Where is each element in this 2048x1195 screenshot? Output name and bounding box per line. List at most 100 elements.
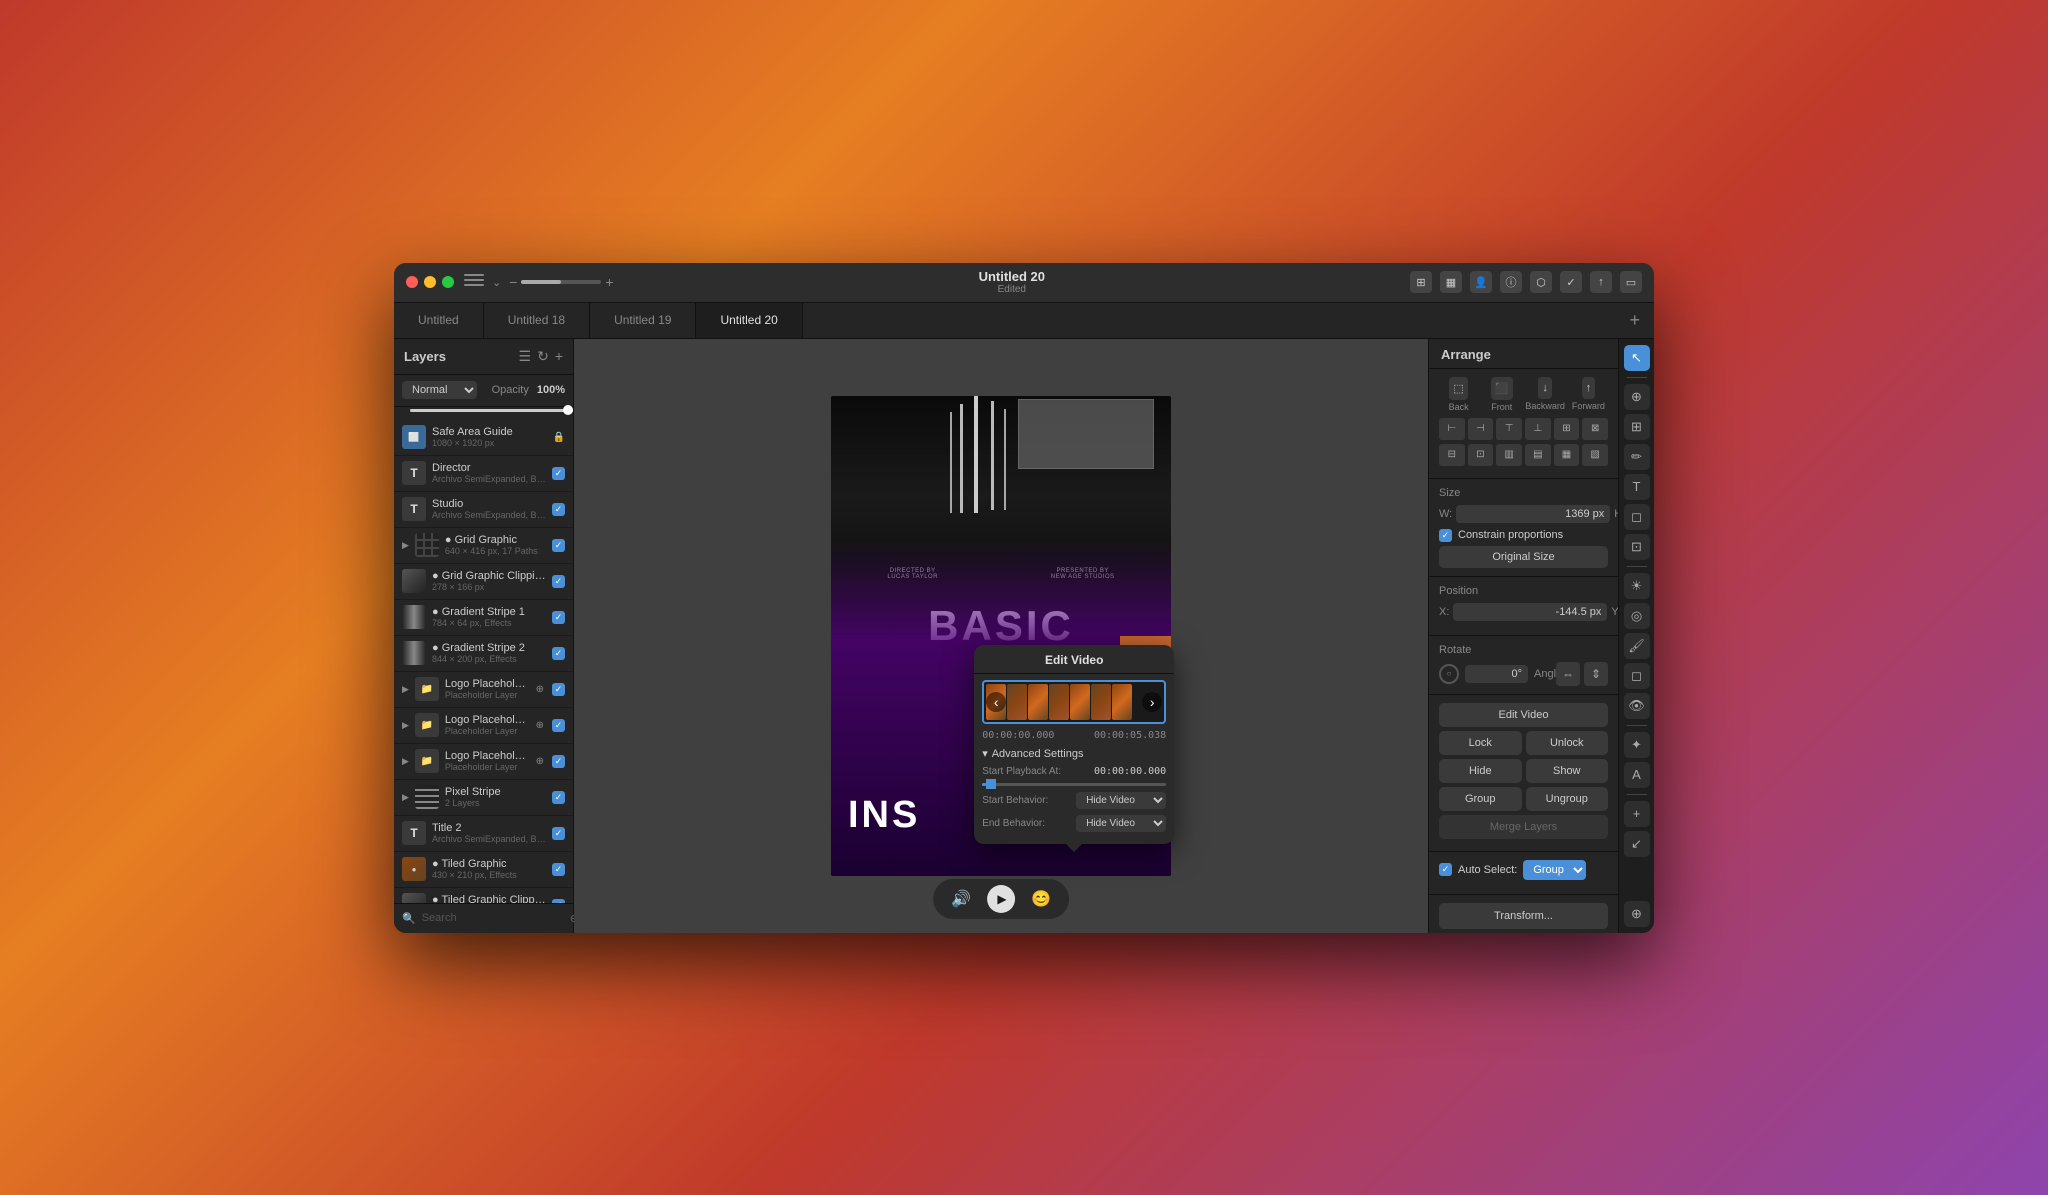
auto-select-checkbox[interactable]: ✓ bbox=[1439, 863, 1452, 876]
width-input[interactable] bbox=[1456, 505, 1610, 523]
fit-v[interactable]: ▧ bbox=[1582, 444, 1608, 466]
align-bottom[interactable]: ⊠ bbox=[1582, 418, 1608, 440]
tab-untitled18[interactable]: Untitled 18 bbox=[484, 303, 590, 338]
zoom-minus[interactable]: − bbox=[509, 274, 517, 290]
distribute-v[interactable]: ⊡ bbox=[1468, 444, 1494, 466]
emoji-icon[interactable]: 😊 bbox=[1031, 889, 1051, 909]
eraser-tool[interactable]: ◻ bbox=[1624, 663, 1650, 689]
text-tool[interactable]: T bbox=[1624, 474, 1650, 500]
color-tool[interactable]: ◎ bbox=[1624, 603, 1650, 629]
panel-tool[interactable]: ▭ bbox=[1620, 271, 1642, 293]
zoom-in-tool[interactable]: + bbox=[1624, 801, 1650, 827]
zoom-plus[interactable]: + bbox=[605, 274, 613, 290]
add-icon[interactable]: ⊕ bbox=[536, 684, 544, 695]
text2-tool[interactable]: A bbox=[1624, 762, 1650, 788]
x-input[interactable] bbox=[1453, 603, 1607, 621]
blend-mode-select[interactable]: Normal bbox=[402, 381, 477, 399]
layer-visibility[interactable]: ✓ bbox=[552, 467, 565, 480]
constrain-checkbox[interactable]: ✓ bbox=[1439, 529, 1452, 542]
group-button[interactable]: Group bbox=[1439, 787, 1522, 811]
layer-visibility[interactable]: ✓ bbox=[552, 683, 565, 696]
zoom-slider[interactable] bbox=[521, 280, 601, 284]
layer-visibility[interactable]: ✓ bbox=[552, 539, 565, 552]
grid-tool[interactable]: ▦ bbox=[1440, 271, 1462, 293]
layer-item[interactable]: ● ● Tiled Graphic 430 × 210 px, Effects … bbox=[394, 852, 573, 888]
flip-v-button[interactable]: ⇕ bbox=[1584, 662, 1608, 686]
layer-visibility[interactable]: ✓ bbox=[552, 575, 565, 588]
group-arrow[interactable]: ▶ bbox=[402, 684, 409, 695]
layer-visibility[interactable]: ✓ bbox=[552, 611, 565, 624]
layer-visibility[interactable]: ✓ bbox=[552, 719, 565, 732]
align-right[interactable]: ⊤ bbox=[1496, 418, 1522, 440]
distribute-h[interactable]: ⊟ bbox=[1439, 444, 1465, 466]
advanced-title[interactable]: ▾ Advanced Settings bbox=[982, 747, 1166, 760]
canvas[interactable]: DIRECTED BYLUCAS TAYLOR PRESENTED BYNEW … bbox=[831, 396, 1171, 876]
crop-tool[interactable]: ⊞ bbox=[1624, 414, 1650, 440]
layer-visibility[interactable]: ✓ bbox=[552, 863, 565, 876]
layer-item[interactable]: ▶ ● Grid Graphic 640 × 416 px, 17 Paths … bbox=[394, 528, 573, 564]
search-input[interactable] bbox=[422, 912, 564, 924]
tab-untitled20[interactable]: Untitled 20 bbox=[696, 303, 802, 338]
brightness-tool[interactable]: ☀ bbox=[1624, 573, 1650, 599]
forward-button[interactable]: ↑ bbox=[1582, 377, 1596, 399]
layer-item[interactable]: T Director Archivo SemiExpanded, Bold,..… bbox=[394, 456, 573, 492]
group-arrow[interactable]: ▶ bbox=[402, 792, 409, 803]
more-tool[interactable]: ⊕ bbox=[1624, 901, 1650, 927]
space-v[interactable]: ▤ bbox=[1525, 444, 1551, 466]
layer-item[interactable]: ● Tiled Graphic Clippin... 254 × 194 px … bbox=[394, 888, 573, 903]
layer-item[interactable]: ▶ 📁 Logo Placeholder 2... Placeholder La… bbox=[394, 708, 573, 744]
layer-item[interactable]: T Title 2 Archivo SemiExpanded, Bold,...… bbox=[394, 816, 573, 852]
select-tool[interactable]: ↖ bbox=[1624, 345, 1650, 371]
layer-visibility[interactable]: ✓ bbox=[552, 791, 565, 804]
group-arrow[interactable]: ▶ bbox=[402, 756, 409, 767]
layer-item[interactable]: ● Gradient Stripe 1 784 × 64 px, Effects… bbox=[394, 600, 573, 636]
layer-item[interactable]: ⬜ Safe Area Guide 1080 × 1920 px 🔒 bbox=[394, 420, 573, 456]
auto-select-dropdown[interactable]: Group bbox=[1523, 860, 1586, 880]
layer-item[interactable]: ▶ Pixel Stripe 2 Layers ✓ bbox=[394, 780, 573, 816]
angle-input[interactable] bbox=[1465, 665, 1528, 683]
hide-button[interactable]: Hide bbox=[1439, 759, 1522, 783]
flip-h-button[interactable]: ⇔ bbox=[1556, 662, 1580, 686]
merge-layers-button[interactable]: Merge Layers bbox=[1439, 815, 1608, 839]
image-tool[interactable]: ⊡ bbox=[1624, 534, 1650, 560]
maximize-button[interactable] bbox=[442, 276, 454, 288]
group-arrow[interactable]: ▶ bbox=[402, 540, 409, 551]
layer-item[interactable]: ▶ 📁 Logo Placeholder 3... Placeholder La… bbox=[394, 744, 573, 780]
end-behavior-select[interactable]: Hide Video bbox=[1076, 815, 1166, 832]
start-behavior-select[interactable]: Hide Video bbox=[1076, 792, 1166, 809]
link-tool[interactable]: ⬡ bbox=[1530, 271, 1552, 293]
edit-video-button[interactable]: Edit Video bbox=[1439, 703, 1608, 727]
align-top[interactable]: ⊥ bbox=[1525, 418, 1551, 440]
layer-visibility[interactable]: ✓ bbox=[552, 755, 565, 768]
tab-untitled19[interactable]: Untitled 19 bbox=[590, 303, 696, 338]
zoom-tool[interactable]: ⊕ bbox=[1624, 384, 1650, 410]
shape-tool[interactable]: ◻ bbox=[1624, 504, 1650, 530]
space-h[interactable]: ▥ bbox=[1496, 444, 1522, 466]
align-left[interactable]: ⊢ bbox=[1439, 418, 1465, 440]
zoom-out-tool[interactable]: ↙ bbox=[1624, 831, 1650, 857]
fit-h[interactable]: ▦ bbox=[1554, 444, 1580, 466]
layer-item[interactable]: T Studio Archivo SemiExpanded, Bold,... … bbox=[394, 492, 573, 528]
opacity-slider-thumb[interactable] bbox=[563, 405, 573, 415]
back-button[interactable]: ⬚ bbox=[1449, 377, 1467, 400]
add-icon[interactable]: ⊕ bbox=[536, 720, 544, 731]
align-center-v[interactable]: ⊞ bbox=[1554, 418, 1580, 440]
play-button[interactable]: ▶ bbox=[987, 885, 1015, 913]
group-arrow[interactable]: ▶ bbox=[402, 720, 409, 731]
video-next[interactable]: › bbox=[1142, 692, 1162, 712]
view-dropdown[interactable]: ⌄ bbox=[492, 276, 501, 289]
effects-tool[interactable]: ✦ bbox=[1624, 732, 1650, 758]
volume-icon[interactable]: 🔊 bbox=[951, 889, 971, 909]
lock-button[interactable]: Lock bbox=[1439, 731, 1522, 755]
transform-button[interactable]: Transform... bbox=[1439, 903, 1608, 929]
layer-visibility[interactable]: ✓ bbox=[552, 827, 565, 840]
layers-tool[interactable]: ⊞ bbox=[1410, 271, 1432, 293]
pen-tool[interactable]: ✏ bbox=[1624, 444, 1650, 470]
sidebar-toggle[interactable] bbox=[464, 274, 484, 290]
playback-thumb[interactable] bbox=[986, 779, 996, 789]
share-tool[interactable]: ↑ bbox=[1590, 271, 1612, 293]
unlock-button[interactable]: Unlock bbox=[1526, 731, 1609, 755]
layers-menu-icon[interactable]: ☰ bbox=[519, 348, 532, 365]
layers-refresh-icon[interactable]: ↻ bbox=[537, 348, 549, 365]
video-prev[interactable]: ‹ bbox=[986, 692, 1006, 712]
